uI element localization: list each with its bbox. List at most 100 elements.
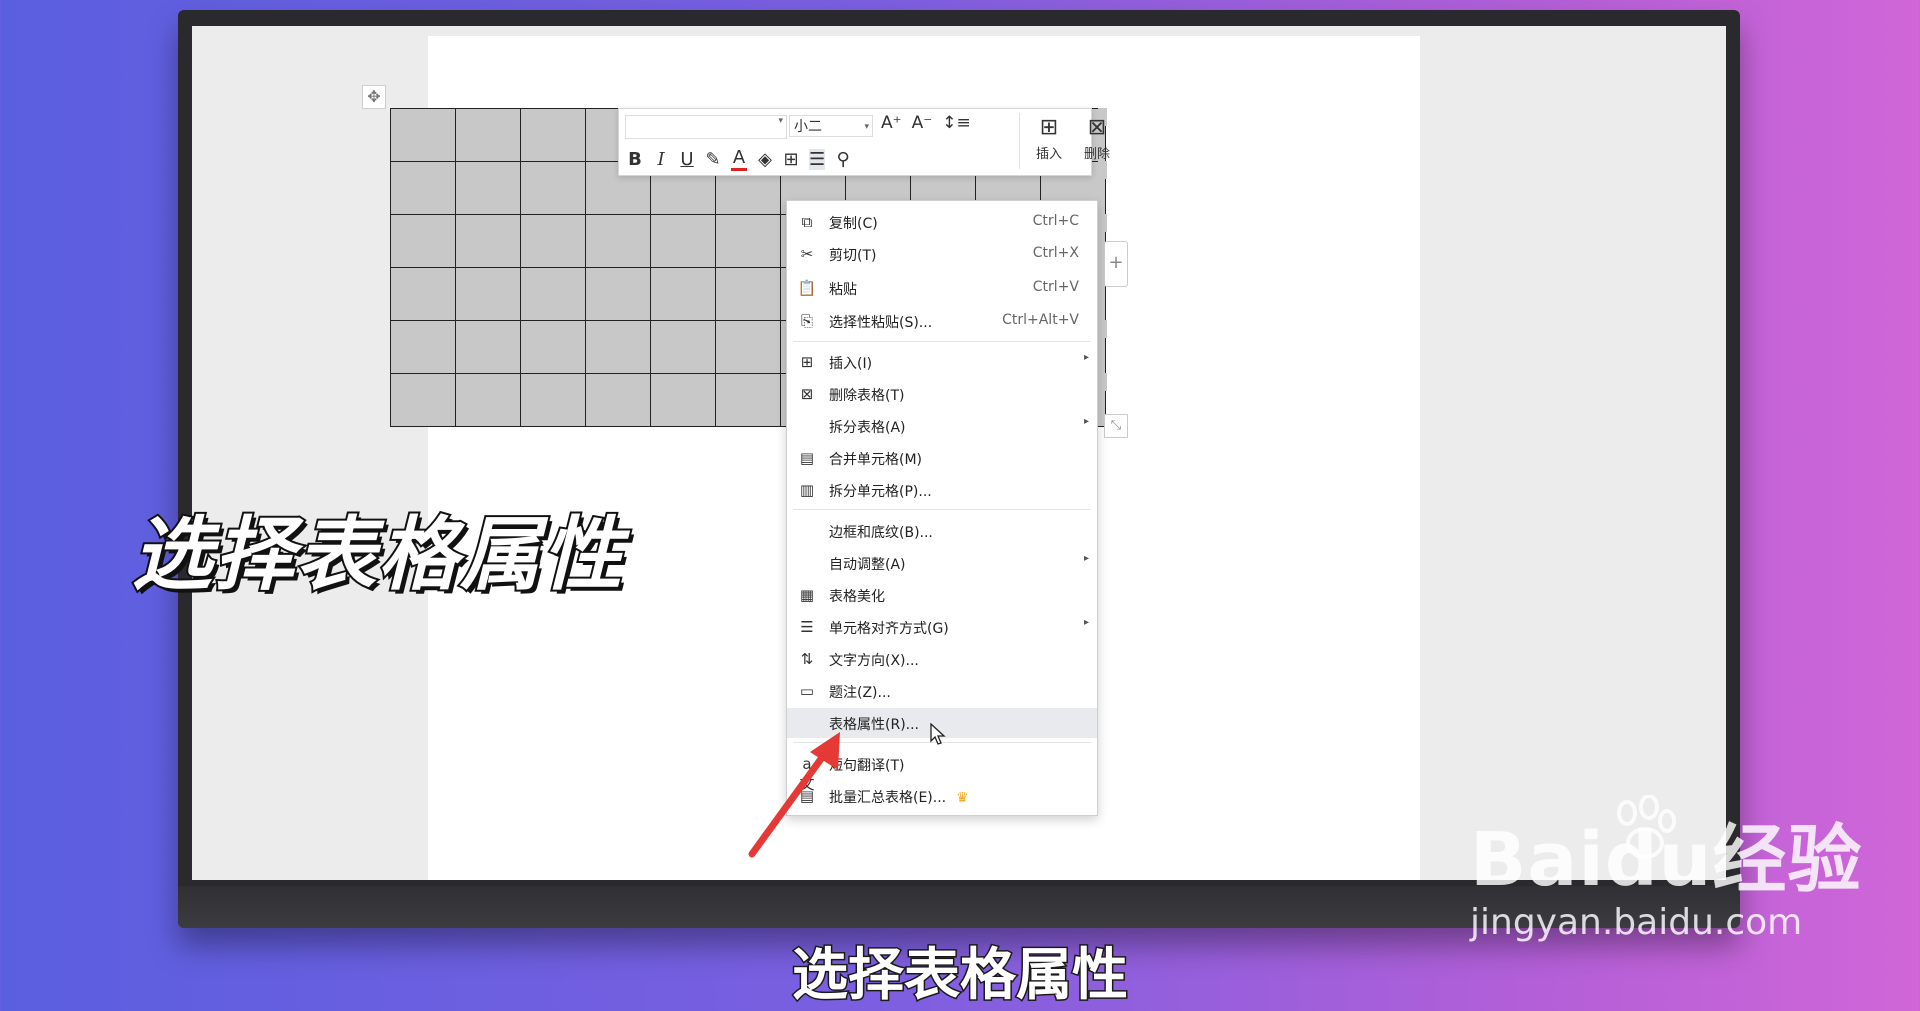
menu-item-label: 选择性粘贴(S)... [829,315,933,331]
table-cell[interactable] [455,320,521,374]
row-selector[interactable] [1098,214,1107,232]
table-cell[interactable] [520,214,586,268]
menu-item-table-beautify[interactable]: ▦ 表格美化 [787,580,1097,610]
table-cell[interactable] [585,214,651,268]
shrink-font-icon[interactable]: A⁻ [912,113,933,133]
grow-font-icon[interactable]: A⁺ [881,113,902,133]
toolbar-divider [1019,113,1020,169]
table-cell[interactable] [455,267,521,321]
row-selector[interactable] [1098,161,1107,179]
format-painter-icon[interactable]: ⚲ [835,149,851,170]
table-icon: ⊞ [800,353,814,371]
annotation-arrow-icon [748,732,840,858]
scissors-icon: ✂ [800,245,814,263]
menu-item-caption[interactable]: ▭ 题注(Z)... [787,676,1097,706]
table-insert-icon: ⊞ [1039,115,1059,140]
bold-icon[interactable]: B [627,149,643,170]
table-cell[interactable] [650,373,716,427]
table-cell[interactable] [585,267,651,321]
table-cell[interactable] [520,108,586,162]
menu-item-shortcut: Ctrl+Alt+V [1002,312,1079,328]
row-selector[interactable] [1098,320,1107,338]
table-cell[interactable] [715,267,781,321]
menu-item-cell-alignment[interactable]: ☰ 单元格对齐方式(G) ▸ [787,612,1097,642]
menu-item-auto-fit[interactable]: 自动调整(A) ▸ [787,548,1097,578]
table-cell[interactable] [585,373,651,427]
table-cell[interactable] [390,161,456,215]
menu-item-split-cells[interactable]: ▥ 拆分单元格(P)... [787,475,1097,505]
align-icon[interactable]: ☰ [809,148,826,170]
italic-icon[interactable]: I [653,149,669,170]
table-delete-icon: ⊠ [800,385,814,403]
table-cell[interactable] [715,214,781,268]
underline-icon[interactable]: U [679,149,695,170]
caption-icon: ▭ [799,682,815,700]
menu-item-delete-table[interactable]: ⊠ 删除表格(T) [787,379,1097,409]
line-spacing-icon[interactable]: ↕≡ [942,113,971,133]
copy-icon: ⧉ [801,213,813,231]
watermark-url: jingyan.baidu.com [1470,902,1803,943]
menu-item-merge-cells[interactable]: ▤ 合并单元格(M) [787,443,1097,473]
menu-item-borders-shading[interactable]: 边框和底纹(B)... [787,516,1097,546]
font-size-dropdown[interactable]: 小二 ▾ [789,115,873,137]
merge-cells-icon: ▤ [799,449,815,467]
table-cell[interactable] [390,320,456,374]
table-resize-icon[interactable]: ⤡ [1104,414,1128,438]
font-color-icon[interactable]: A [731,147,747,171]
table-cell[interactable] [585,320,651,374]
delete-button[interactable]: ⊠ 删除 [1075,113,1119,162]
table-cell[interactable] [520,373,586,427]
submenu-arrow-icon: ▸ [1083,352,1089,363]
table-cell[interactable] [390,214,456,268]
menu-item-shortcut: Ctrl+X [1032,245,1079,261]
submenu-arrow-icon: ▸ [1083,617,1089,628]
table-cell[interactable] [650,214,716,268]
clipboard-icon: 📋 [797,279,817,297]
font-size-value: 小二 [794,119,822,135]
menu-item-label: 题注(Z)... [829,685,891,701]
menu-item-shortcut: Ctrl+C [1032,213,1079,229]
menu-item-insert[interactable]: ⊞ 插入(I) ▸ [787,347,1097,377]
menu-item-copy[interactable]: ⧉ 复制(C) Ctrl+C [787,207,1097,237]
table-cell[interactable] [390,108,456,162]
menu-item-label: 复制(C) [829,216,878,232]
floating-format-toolbar: ▾ 小二 ▾ A⁺ A⁻ ↕≡ B I U ✎ A ◈ ⊞ ☰ ⚲ ⊞ 插入 ⊠ … [618,108,1110,176]
table-move-handle-icon[interactable]: ✥ [362,85,386,109]
menu-item-label: 边框和底纹(B)... [829,525,933,541]
borders-icon[interactable]: ⊞ [783,149,799,170]
table-cell[interactable] [715,373,781,427]
table-cell[interactable] [455,214,521,268]
menu-item-cut[interactable]: ✂ 剪切(T) Ctrl+X [787,239,1097,269]
add-column-icon[interactable]: + [1104,241,1128,287]
table-cell[interactable] [650,320,716,374]
table-cell[interactable] [390,267,456,321]
font-family-dropdown[interactable]: ▾ [625,115,787,139]
menu-item-label: 插入(I) [829,356,873,372]
highlight-icon[interactable]: ✎ [705,149,721,170]
menu-item-paste-special[interactable]: ⎘ 选择性粘贴(S)... Ctrl+Alt+V [787,306,1097,336]
menu-divider [793,509,1091,510]
split-cells-icon: ▥ [799,481,815,499]
crown-icon: ♛ [956,790,969,806]
baidu-watermark: Baidu经验 jingyan.baidu.com [1470,820,1862,943]
table-cell[interactable] [455,108,521,162]
table-cell[interactable] [520,267,586,321]
paste-special-icon: ⎘ [800,312,813,330]
menu-item-text-direction[interactable]: ⇅ 文字方向(X)... [787,644,1097,674]
table-cell[interactable] [715,320,781,374]
table-cell[interactable] [455,373,521,427]
insert-button[interactable]: ⊞ 插入 [1027,113,1071,162]
mouse-cursor-icon [930,723,946,745]
menu-item-split-table[interactable]: 拆分表格(A) ▸ [787,411,1097,441]
menu-item-paste[interactable]: 📋 粘贴 Ctrl+V [787,273,1097,303]
table-cell[interactable] [520,320,586,374]
menu-item-label: 粘贴 [829,282,857,298]
table-cell[interactable] [455,161,521,215]
menu-item-shortcut: Ctrl+V [1032,279,1079,295]
shading-icon[interactable]: ◈ [757,149,773,170]
table-delete-icon: ⊠ [1087,115,1107,140]
row-selector[interactable] [1098,373,1107,391]
table-cell[interactable] [390,373,456,427]
table-cell[interactable] [520,161,586,215]
table-cell[interactable] [650,267,716,321]
